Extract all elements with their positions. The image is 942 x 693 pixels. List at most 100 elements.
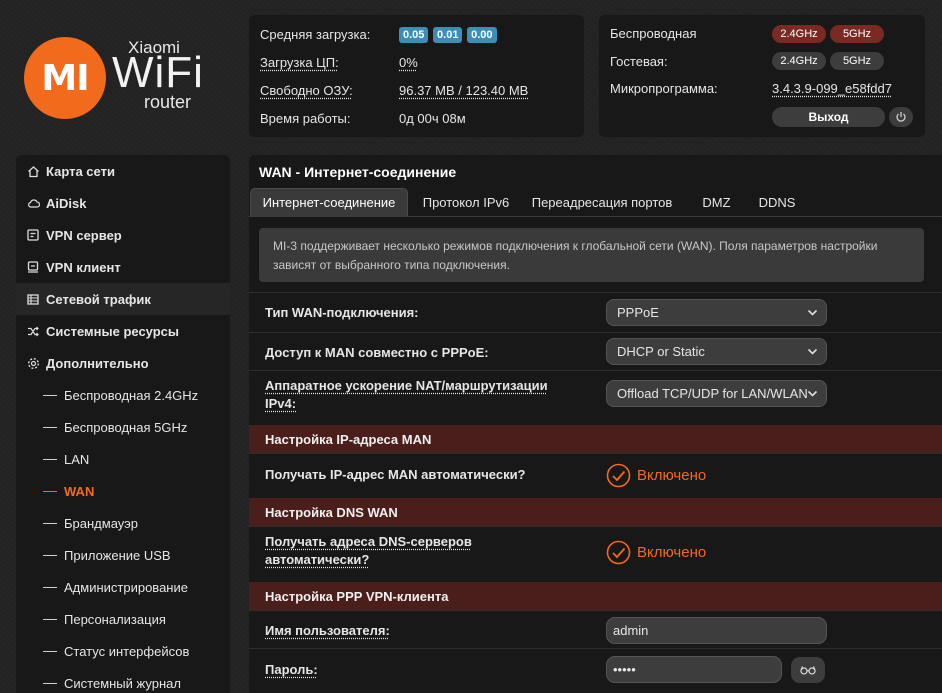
wireless-24ghz-badge[interactable]: 2.4GHz bbox=[772, 25, 826, 43]
section-man-ip: Настройка IP-адреса MAN bbox=[249, 425, 942, 453]
sidebar-subitem-wireless-5[interactable]: Беспроводная 5GHz bbox=[16, 411, 230, 443]
wireless-status-panel: Беспроводная 2.4GHz 5GHz Гостевая: 2.4GH… bbox=[599, 15, 925, 137]
mi-logo-mark: MI bbox=[41, 57, 89, 99]
shuffle-icon bbox=[26, 324, 40, 338]
tab-ipv6[interactable]: Протокол IPv6 bbox=[412, 188, 520, 216]
vpn-client-icon bbox=[26, 260, 40, 274]
sidebar-subitem-label: Брандмауэр bbox=[64, 515, 138, 531]
password-row: Пароль: ••••• bbox=[249, 648, 942, 693]
sidebar-item-vpn-client[interactable]: VPN клиент bbox=[16, 251, 230, 283]
dash-marker bbox=[43, 682, 57, 684]
password-label[interactable]: Пароль: bbox=[265, 661, 318, 679]
sidebar-item-vpn-server[interactable]: VPN сервер bbox=[16, 219, 230, 251]
reboot-button[interactable] bbox=[889, 107, 913, 127]
man-access-select[interactable]: DHCP or Static bbox=[606, 338, 827, 365]
cloud-icon bbox=[26, 196, 40, 210]
man-access-label: Доступ к MAN совместно с PPPoE: bbox=[265, 345, 489, 360]
main-content: WAN - Интернет-соединение Интернет-соеди… bbox=[249, 155, 942, 693]
logout-button[interactable]: Выход bbox=[772, 107, 885, 127]
wan-type-value: PPPoE bbox=[617, 305, 659, 320]
sidebar-subitem-label: Системный журнал bbox=[64, 675, 181, 691]
dash-marker bbox=[43, 554, 57, 556]
dash-marker bbox=[43, 618, 57, 620]
dash-marker bbox=[43, 490, 57, 492]
guest-5ghz-badge[interactable]: 5GHz bbox=[830, 52, 884, 70]
nat-accel-row: Аппаратное ускорение NAT/маршрутизации I… bbox=[249, 370, 942, 425]
power-icon bbox=[896, 112, 906, 122]
guest-24ghz-badge[interactable]: 2.4GHz bbox=[772, 52, 826, 70]
sidebar-subitem-administration[interactable]: Администрирование bbox=[16, 571, 230, 603]
sidebar-subitem-label: Администрирование bbox=[64, 579, 188, 595]
sidebar-subitem-label: Беспроводная 5GHz bbox=[64, 419, 188, 435]
sidebar-subitem-wan[interactable]: WAN bbox=[16, 475, 230, 507]
auto-dns-toggle[interactable]: Включено bbox=[606, 540, 706, 565]
sidebar-item-label: Системные ресурсы bbox=[46, 323, 180, 339]
ram-value[interactable]: 96.37 MB / 123.40 MB bbox=[399, 83, 528, 98]
tab-internet-connection[interactable]: Интернет-соединение bbox=[250, 188, 408, 216]
cpu-value[interactable]: 0% bbox=[399, 55, 418, 70]
sidebar-subitem-personalization[interactable]: Персонализация bbox=[16, 603, 230, 635]
dash-marker bbox=[43, 394, 57, 396]
sidebar-item-advanced[interactable]: Дополнительно bbox=[16, 347, 230, 379]
wan-type-row: Тип WAN-подключения: PPPoE bbox=[249, 292, 942, 332]
username-input[interactable]: admin bbox=[606, 617, 827, 644]
sidebar-subitem-label: Приложение USB bbox=[64, 547, 171, 563]
show-password-button[interactable] bbox=[791, 657, 825, 683]
section-ppp-vpn: Настройка PPP VPN-клиента bbox=[249, 582, 942, 610]
section-dns-wan: Настройка DNS WAN bbox=[249, 498, 942, 526]
dash-marker bbox=[43, 458, 57, 460]
sidebar-item-traffic[interactable]: Сетевой трафик bbox=[16, 283, 230, 315]
sidebar-item-aidisk[interactable]: AiDisk bbox=[16, 187, 230, 219]
auto-dns-label[interactable]: Получать адреса DNS-серверов автоматичес… bbox=[265, 533, 565, 569]
firmware-value[interactable]: 3.4.3.9-099_e58fdd7 bbox=[772, 81, 892, 96]
wan-type-select[interactable]: PPPoE bbox=[606, 299, 827, 326]
check-circle-icon bbox=[606, 540, 631, 565]
tab-dmz[interactable]: DMZ bbox=[689, 188, 744, 216]
sidebar-item-label: Дополнительно bbox=[46, 355, 149, 371]
chevron-down-icon bbox=[807, 389, 818, 398]
sidebar-subitem-firewall[interactable]: Брандмауэр bbox=[16, 507, 230, 539]
tab-divider bbox=[249, 216, 942, 217]
sidebar-item-system-resources[interactable]: Системные ресурсы bbox=[16, 315, 230, 347]
dash-marker bbox=[43, 522, 57, 524]
password-input[interactable]: ••••• bbox=[606, 656, 782, 683]
sidebar-subitem-wireless-24[interactable]: Беспроводная 2.4GHz bbox=[16, 379, 230, 411]
sidebar-item-label: VPN клиент bbox=[46, 259, 121, 275]
sidebar-subitem-usb-app[interactable]: Приложение USB bbox=[16, 539, 230, 571]
load-label: Средняя загрузка: bbox=[260, 27, 371, 42]
sidebar-subitem-lan[interactable]: LAN bbox=[16, 443, 230, 475]
chevron-down-icon bbox=[807, 348, 818, 355]
man-access-value: DHCP or Static bbox=[617, 344, 705, 359]
tab-port-forwarding[interactable]: Переадресация портов bbox=[526, 188, 678, 216]
sidebar-subitem-interface-status[interactable]: Статус интерфейсов bbox=[16, 635, 230, 667]
nat-accel-select[interactable]: Offload TCP/UDP for LAN/WLAN bbox=[606, 380, 827, 407]
sidebar-subitem-system-log[interactable]: Системный журнал bbox=[16, 667, 230, 693]
nat-accel-label[interactable]: Аппаратное ускорение NAT/маршрутизации I… bbox=[265, 377, 565, 413]
nat-accel-value: Offload TCP/UDP for LAN/WLAN bbox=[617, 386, 808, 401]
ram-label[interactable]: Свободно ОЗУ: bbox=[260, 83, 353, 98]
auto-dns-row: Получать адреса DNS-серверов автоматичес… bbox=[249, 526, 942, 582]
uptime-label: Время работы: bbox=[260, 111, 351, 126]
logo-brand-sub: router bbox=[144, 92, 192, 112]
dash-marker bbox=[43, 650, 57, 652]
sidebar-item-label: Сетевой трафик bbox=[46, 291, 151, 307]
gear-icon bbox=[26, 356, 40, 370]
guest-label: Гостевая: bbox=[610, 54, 668, 69]
sidebar-item-label: AiDisk bbox=[46, 195, 87, 211]
man-access-row: Доступ к MAN совместно с PPPoE: DHCP or … bbox=[249, 332, 942, 370]
wireless-label: Беспроводная bbox=[610, 26, 697, 41]
sidebar-item-label: Карта сети bbox=[46, 163, 115, 179]
auto-ip-toggle[interactable]: Включено bbox=[606, 463, 706, 488]
tab-ddns[interactable]: DDNS bbox=[749, 188, 805, 216]
sidebar-item-network-map[interactable]: Карта сети bbox=[16, 155, 230, 187]
sidebar-subitem-label: Беспроводная 2.4GHz bbox=[64, 387, 199, 403]
mi-logo-circle: MI bbox=[24, 37, 106, 119]
sidebar: Карта сети AiDisk VPN сервер VPN клиент … bbox=[16, 155, 230, 693]
username-label[interactable]: Имя пользователя: bbox=[265, 622, 390, 640]
cpu-label[interactable]: Загрузка ЦП: bbox=[260, 55, 339, 70]
load-badge-1: 0.05 bbox=[399, 27, 429, 43]
wireless-5ghz-badge[interactable]: 5GHz bbox=[830, 25, 884, 43]
logo-brand-main: WiFi bbox=[112, 48, 204, 97]
auto-ip-label: Получать IP-адрес MAN автоматически? bbox=[265, 467, 526, 482]
dash-marker bbox=[43, 586, 57, 588]
